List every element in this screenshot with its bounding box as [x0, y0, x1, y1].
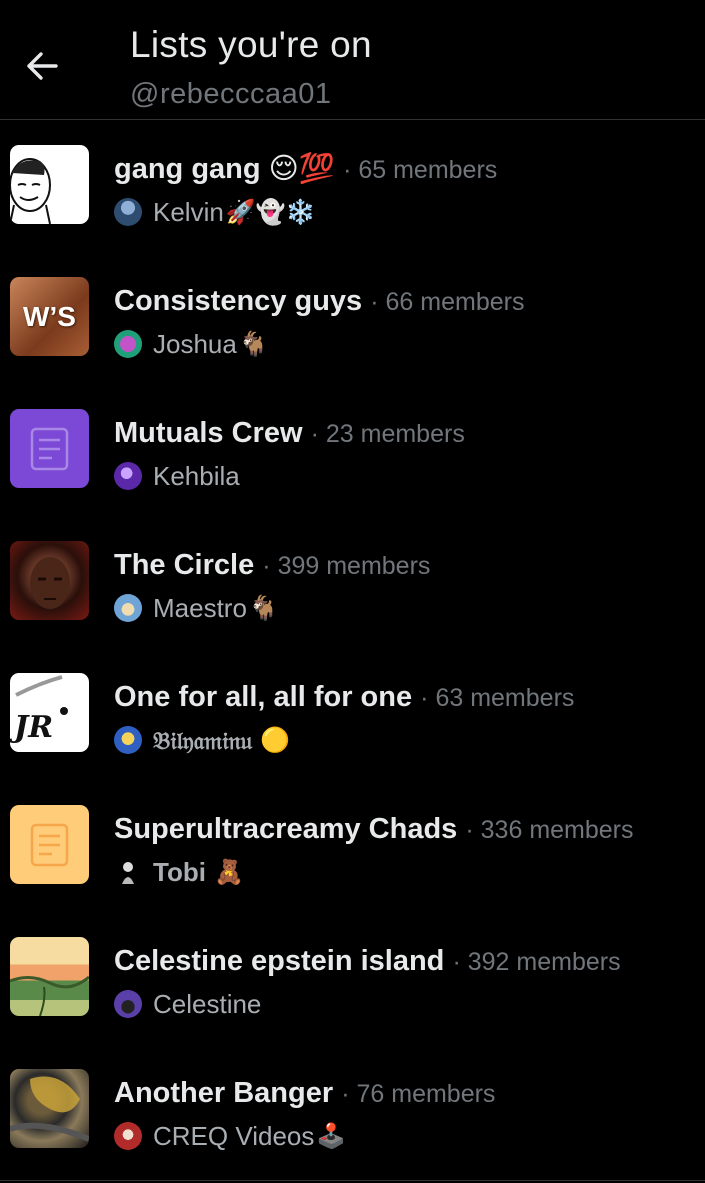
owner-avatar [114, 726, 142, 754]
list-title-line: One for all, all for one · 63 members [114, 679, 574, 716]
list-item[interactable]: Mutuals Crew · 23 members Kehbila [0, 385, 705, 517]
owner-avatar [114, 858, 142, 886]
list-thumbnail [10, 145, 89, 224]
list-owner: CREQ Videos 🕹️ [114, 1120, 346, 1152]
list-item[interactable]: Another Banger · 76 members CREQ Videos … [0, 1045, 705, 1177]
owner-avatar [114, 330, 142, 358]
owner-emoji: 🚀👻❄️ [225, 198, 316, 226]
list-thumbnail [10, 409, 89, 488]
owner-avatar [114, 594, 142, 622]
list-name: gang gang 😌💯 [114, 153, 335, 185]
owner-emoji: 🐐 [238, 330, 269, 358]
owner-name: Kelvin [153, 196, 224, 227]
ws-logo-icon: W’S [23, 301, 76, 332]
list-name: Mutuals Crew [114, 417, 303, 449]
owner-avatar [114, 198, 142, 226]
list-thumbnail [10, 805, 89, 884]
list-thumbnail [10, 1069, 89, 1148]
list-owner: Kehbila [114, 460, 240, 492]
lists-feed: gang gang 😌💯 · 65 members Kelvin 🚀👻❄️ W’… [0, 121, 705, 1177]
owner-emoji: 🐐 [248, 594, 279, 622]
list-name: Another Banger [114, 1077, 334, 1109]
list-owner: Kelvin 🚀👻❄️ [114, 196, 315, 228]
list-title-line: Another Banger · 76 members [114, 1075, 495, 1112]
list-owner: Maestro 🐐 [114, 592, 279, 624]
list-owner: 𝔅𝔦𝔩𝔶𝔞𝔪𝔦𝔫𝔲 🟡 [114, 724, 290, 756]
back-arrow-icon [27, 52, 58, 80]
list-name: One for all, all for one [114, 681, 413, 713]
owner-name: Tobi [153, 856, 206, 887]
list-title-line: Superultracreamy Chads · 336 members [114, 811, 634, 848]
owner-name: 𝔅𝔦𝔩𝔶𝔞𝔪𝔦𝔫𝔲 [153, 725, 253, 755]
owner-name: Kehbila [153, 460, 240, 491]
list-title-line: The Circle · 399 members [114, 547, 430, 584]
list-thumbnail [10, 937, 89, 1016]
list-thumbnail: W’S [10, 277, 89, 356]
list-item[interactable]: JR One for all, all for one · 63 members… [0, 649, 705, 781]
list-title-line: gang gang 😌💯 · 65 members [114, 151, 497, 188]
owner-name: Joshua [153, 328, 237, 359]
list-item[interactable]: W’S Consistency guys · 66 members Joshua… [0, 253, 705, 385]
list-item[interactable]: Superultracreamy Chads · 336 members Tob… [0, 781, 705, 913]
member-count: · 336 members [465, 816, 634, 844]
list-name: Superultracreamy Chads [114, 813, 458, 845]
owner-emoji: 🕹️ [316, 1122, 347, 1150]
list-title-line: Mutuals Crew · 23 members [114, 415, 465, 452]
list-thumbnail [10, 541, 89, 620]
top-app-bar: Lists you're on @rebecccaa01 [0, 0, 705, 120]
list-document-icon [30, 823, 69, 867]
member-count: · 76 members [341, 1080, 496, 1108]
list-owner: Joshua 🐐 [114, 328, 269, 360]
list-name: Celestine epstein island [114, 945, 445, 977]
owner-name: CREQ Videos [153, 1120, 315, 1151]
list-owner: Tobi 🧸 [114, 856, 244, 888]
member-count: · 65 members [343, 156, 498, 184]
page-subtitle-handle: @rebecccaa01 [130, 78, 332, 110]
member-count: · 66 members [370, 288, 525, 316]
list-name: Consistency guys [114, 285, 363, 317]
owner-emoji: 🧸 [213, 858, 244, 886]
page-title: Lists you're on [130, 24, 372, 65]
list-name: The Circle [114, 549, 255, 581]
member-count: · 392 members [452, 948, 621, 976]
list-title-line: Celestine epstein island · 392 members [114, 943, 621, 980]
list-item[interactable]: Celestine epstein island · 392 members C… [0, 913, 705, 1045]
list-owner: Celestine [114, 988, 261, 1020]
svg-text:JR: JR [10, 710, 53, 745]
member-count: · 63 members [420, 684, 575, 712]
list-item[interactable]: The Circle · 399 members Maestro 🐐 [0, 517, 705, 649]
list-item[interactable]: gang gang 😌💯 · 65 members Kelvin 🚀👻❄️ [0, 121, 705, 253]
owner-avatar [114, 990, 142, 1018]
member-count: · 23 members [310, 420, 465, 448]
member-count: · 399 members [262, 552, 431, 580]
list-thumbnail: JR [10, 673, 89, 752]
list-title-line: Consistency guys · 66 members [114, 283, 524, 320]
owner-name: Celestine [153, 988, 262, 1019]
owner-name: Maestro [153, 592, 247, 623]
owner-avatar [114, 462, 142, 490]
divider [0, 1180, 705, 1181]
owner-emoji: 🟡 [260, 726, 291, 754]
back-button[interactable] [20, 44, 64, 88]
owner-avatar [114, 1122, 142, 1150]
list-document-icon [30, 427, 69, 471]
